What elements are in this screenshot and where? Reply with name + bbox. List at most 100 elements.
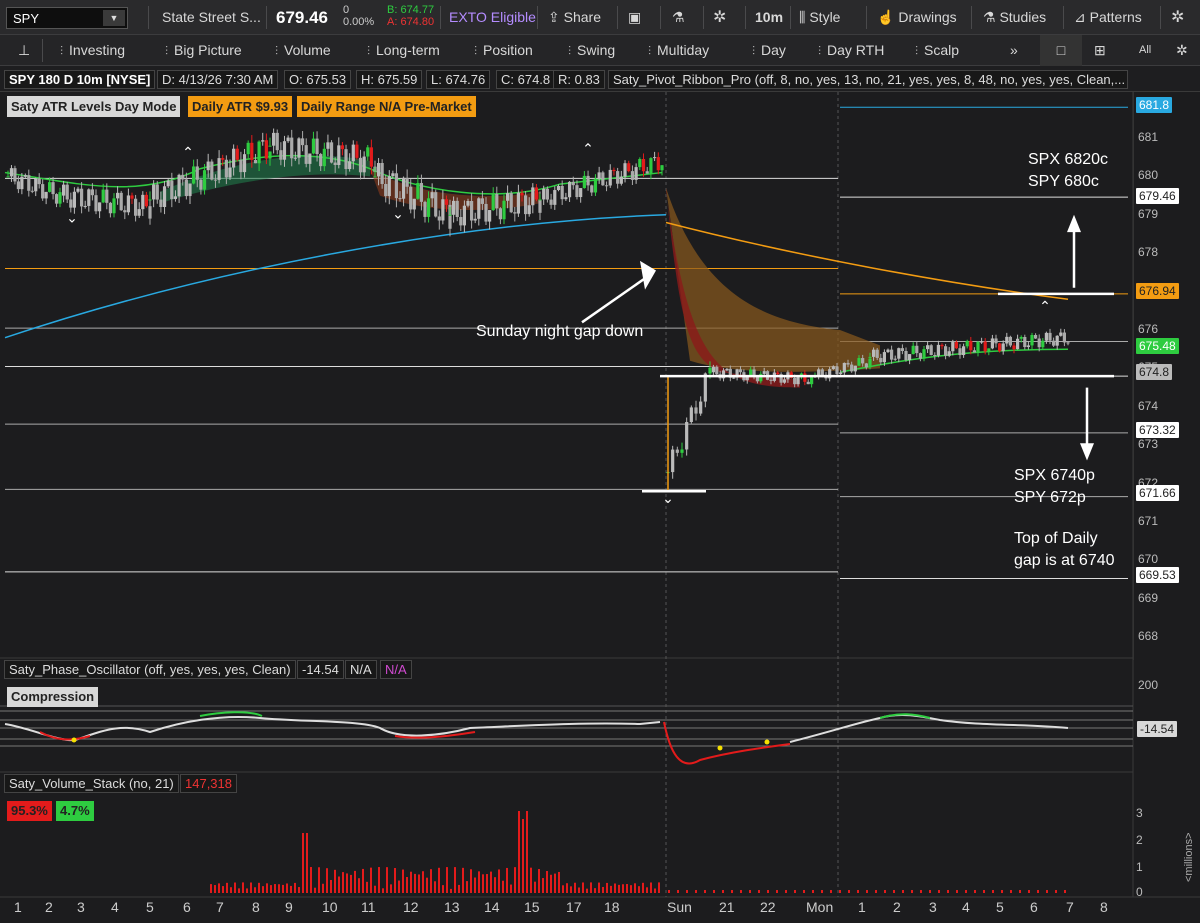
style-button[interactable]: ⫼ Style [799,0,840,35]
symbol-input[interactable]: SPY ▼ [6,7,128,29]
preset-multiday[interactable]: ⫶ Multiday [648,35,709,66]
pin-icon[interactable]: ⊥ [18,35,30,66]
candle-body [623,163,627,177]
candle-body [890,349,894,360]
preset-volume[interactable]: ⫶ Volume [275,35,331,66]
volume-bar [462,867,464,893]
candle-body [239,159,243,173]
volume-bar [722,890,724,893]
candle-body [130,195,134,199]
candle-body [1059,332,1063,336]
chevron-down-icon[interactable]: ▼ [103,10,125,26]
candle-body [1019,336,1023,339]
candle-body [257,141,261,164]
candle-body [484,203,488,222]
preset-label: Position [483,42,533,58]
time-tick: 17 [566,899,582,915]
candle-body [48,182,52,192]
preset-swing[interactable]: ⫶ Swing [568,35,615,66]
calls-annotation-spx: SPX 6820c [1028,151,1109,168]
volume-bar [374,885,376,893]
open-readout: O: 675.53 [284,70,352,89]
patterns-button[interactable]: ⊿ Patterns [1074,0,1142,35]
volume-bar [458,884,460,893]
company-name: State Street S... [162,9,261,25]
interval-button[interactable]: 10m [755,0,783,35]
time-tick: Mon [806,899,834,915]
flask-icon[interactable]: ⚗ [672,0,685,35]
studies-button[interactable]: ⚗ Studies [983,0,1046,35]
volume-bar [466,881,468,893]
candle-body [911,345,915,355]
volume-bar [562,885,564,893]
candle-body [387,176,391,197]
gear-icon[interactable]: ✲ [713,0,726,35]
volume-bar [346,873,348,893]
view-all-button[interactable]: All [1139,35,1151,66]
oscillator-na: N/A [380,660,412,679]
candle-body [524,195,528,215]
grid-layout-icon[interactable]: ⊞ [1094,35,1106,66]
candle-body [293,157,297,159]
volume-bar [246,888,248,893]
gear-icon[interactable]: ✲ [1176,35,1188,66]
calendar-icon[interactable]: ▣ [628,0,641,35]
volume-bar [646,887,648,893]
volume-bar [338,876,340,893]
pivot-marker: ⌃ [1039,298,1051,314]
share-button[interactable]: ⇪ Share [548,0,601,35]
candle-body [820,369,824,376]
preset-scalp[interactable]: ⫶ Scalp [915,35,959,66]
more-presets-button[interactable]: » [1010,35,1018,66]
candle-icon: ⫶ [60,44,64,58]
preset-position[interactable]: ⫶ Position [474,35,533,66]
candle-body [491,193,495,211]
time-tick: 14 [484,899,500,915]
candle-body [850,364,854,372]
volume-bar [618,884,620,893]
chart-area[interactable]: ⌄ ⌃ ⌄ ⌃ ⌄ ⌃ Saty ATR Levels Day Mode Daily AT… [0,92,1200,923]
oscillator-na: N/A [345,660,377,679]
volume-bar [414,873,416,893]
volume-bar [731,890,733,893]
candle-body [51,182,55,195]
candle-body [300,138,305,146]
volume-bar [214,885,216,893]
candle-body [250,142,254,160]
candle-body [488,210,492,222]
single-layout-icon[interactable]: □ [1040,35,1082,66]
volume-bar [322,883,324,893]
candle-body [502,200,506,220]
divider [617,6,618,29]
drawings-button[interactable]: ☝ Drawings [877,0,957,35]
volume-bar [482,874,484,893]
candle-body [217,158,221,180]
candle-body [776,372,780,375]
preset-investing[interactable]: ⫶ Investing [60,35,125,66]
candle-body [575,185,579,198]
volume-bar [478,871,480,893]
volume-bar [474,877,476,893]
volume-bar [518,811,520,893]
preset-day[interactable]: ⫶ Day [752,35,786,66]
candle-body [391,173,395,177]
pivot-marker: ⌄ [662,490,674,506]
preset-day-rth[interactable]: ⫶ Day RTH [818,35,884,66]
candle-body [159,199,163,207]
volume-bar [875,890,877,893]
volume-bar [398,880,400,893]
volume-bar [893,890,895,893]
preset-big-picture[interactable]: ⫶ Big Picture [165,35,242,66]
volume-bar [274,884,276,893]
preset-long-term[interactable]: ⫶ Long-term [367,35,440,66]
time-tick: 15 [524,899,540,915]
last-price: 679.46 [276,8,328,27]
candle-body [708,372,712,374]
candle-body [344,149,348,170]
time-tick: 10 [322,899,338,915]
price-tick: 671 [1138,514,1159,528]
gear-icon[interactable]: ✲ [1171,0,1184,35]
price-axis[interactable]: 6816806796786776766756746736726716706696… [1133,92,1200,660]
volume-bar [578,887,580,893]
atr-level-lines [5,106,1128,579]
